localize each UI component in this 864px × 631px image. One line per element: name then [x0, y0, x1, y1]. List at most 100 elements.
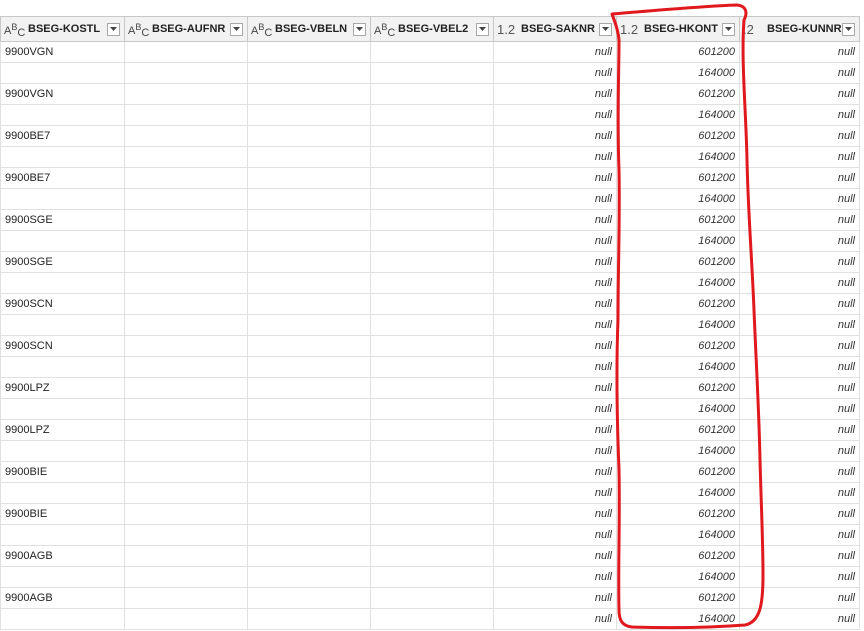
cell-bseg-hkont[interactable]: 601200	[616, 377, 740, 399]
cell-bseg-vbeln[interactable]	[247, 293, 371, 315]
cell-bseg-saknr[interactable]: null	[493, 398, 617, 420]
cell-bseg-kostl[interactable]	[0, 482, 125, 504]
filter-dropdown-icon[interactable]	[722, 22, 735, 36]
cell-bseg-vbel2[interactable]	[370, 251, 494, 273]
filter-dropdown-icon[interactable]	[599, 22, 612, 36]
cell-bseg-aufnr[interactable]	[124, 314, 248, 336]
cell-bseg-vbel2[interactable]	[370, 188, 494, 210]
cell-bseg-vbeln[interactable]	[247, 272, 371, 294]
cell-bseg-hkont[interactable]: 601200	[616, 167, 740, 189]
cell-bseg-hkont[interactable]: 164000	[616, 398, 740, 420]
cell-bseg-vbeln[interactable]	[247, 566, 371, 588]
cell-bseg-vbel2[interactable]	[370, 272, 494, 294]
cell-bseg-aufnr[interactable]	[124, 545, 248, 567]
cell-bseg-kostl[interactable]	[0, 398, 125, 420]
column-header-bseg-kostl[interactable]: A B C BSEG-KOSTL	[0, 16, 125, 42]
cell-bseg-hkont[interactable]: 164000	[616, 104, 740, 126]
cell-bseg-hkont[interactable]: 164000	[616, 566, 740, 588]
cell-bseg-hkont[interactable]: 164000	[616, 314, 740, 336]
cell-bseg-vbeln[interactable]	[247, 335, 371, 357]
cell-bseg-hkont[interactable]: 601200	[616, 293, 740, 315]
cell-bseg-kostl[interactable]: 9900AGB	[0, 587, 125, 609]
cell-bseg-vbel2[interactable]	[370, 104, 494, 126]
cell-bseg-vbeln[interactable]	[247, 587, 371, 609]
cell-bseg-hkont[interactable]: 164000	[616, 146, 740, 168]
cell-bseg-vbel2[interactable]	[370, 608, 494, 630]
cell-bseg-vbel2[interactable]	[370, 335, 494, 357]
cell-bseg-aufnr[interactable]	[124, 83, 248, 105]
cell-bseg-aufnr[interactable]	[124, 62, 248, 84]
cell-bseg-kunnr[interactable]: null	[739, 461, 860, 483]
cell-bseg-saknr[interactable]: null	[493, 41, 617, 63]
cell-bseg-vbeln[interactable]	[247, 503, 371, 525]
cell-bseg-hkont[interactable]: 601200	[616, 335, 740, 357]
cell-bseg-saknr[interactable]: null	[493, 314, 617, 336]
cell-bseg-vbeln[interactable]	[247, 608, 371, 630]
decimal-type-icon[interactable]: 1.2	[620, 20, 640, 38]
cell-bseg-vbeln[interactable]	[247, 419, 371, 441]
cell-bseg-vbeln[interactable]	[247, 125, 371, 147]
cell-bseg-saknr[interactable]: null	[493, 587, 617, 609]
cell-bseg-kostl[interactable]: 9900BIE	[0, 461, 125, 483]
cell-bseg-hkont[interactable]: 164000	[616, 230, 740, 252]
cell-bseg-hkont[interactable]: 601200	[616, 41, 740, 63]
filter-dropdown-icon[interactable]	[353, 22, 366, 36]
cell-bseg-saknr[interactable]: null	[493, 209, 617, 231]
cell-bseg-kunnr[interactable]: null	[739, 314, 860, 336]
cell-bseg-vbel2[interactable]	[370, 566, 494, 588]
cell-bseg-kostl[interactable]: 9900AGB	[0, 545, 125, 567]
cell-bseg-kostl[interactable]: 9900SGE	[0, 209, 125, 231]
cell-bseg-kostl[interactable]	[0, 440, 125, 462]
cell-bseg-aufnr[interactable]	[124, 104, 248, 126]
cell-bseg-kunnr[interactable]: null	[739, 83, 860, 105]
cell-bseg-kunnr[interactable]: null	[739, 293, 860, 315]
cell-bseg-vbel2[interactable]	[370, 125, 494, 147]
cell-bseg-hkont[interactable]: 164000	[616, 608, 740, 630]
cell-bseg-aufnr[interactable]	[124, 167, 248, 189]
cell-bseg-aufnr[interactable]	[124, 272, 248, 294]
cell-bseg-vbel2[interactable]	[370, 62, 494, 84]
cell-bseg-kunnr[interactable]: null	[739, 398, 860, 420]
cell-bseg-hkont[interactable]: 601200	[616, 125, 740, 147]
cell-bseg-hkont[interactable]: 164000	[616, 440, 740, 462]
abc-text-type-icon[interactable]: ABC	[4, 20, 25, 39]
cell-bseg-kostl[interactable]: 9900SCN	[0, 335, 125, 357]
cell-bseg-hkont[interactable]: 601200	[616, 83, 740, 105]
abc-text-type-icon[interactable]: ABC	[374, 20, 395, 39]
cell-bseg-kunnr[interactable]: null	[739, 377, 860, 399]
cell-bseg-vbel2[interactable]	[370, 461, 494, 483]
cell-bseg-saknr[interactable]: null	[493, 503, 617, 525]
cell-bseg-kunnr[interactable]: null	[739, 188, 860, 210]
cell-bseg-kunnr[interactable]: null	[739, 167, 860, 189]
cell-bseg-kostl[interactable]	[0, 62, 125, 84]
cell-bseg-kostl[interactable]	[0, 314, 125, 336]
cell-bseg-saknr[interactable]: null	[493, 188, 617, 210]
cell-bseg-saknr[interactable]: null	[493, 272, 617, 294]
cell-bseg-aufnr[interactable]	[124, 587, 248, 609]
cell-bseg-aufnr[interactable]	[124, 125, 248, 147]
cell-bseg-kunnr[interactable]: null	[739, 272, 860, 294]
cell-bseg-vbeln[interactable]	[247, 545, 371, 567]
cell-bseg-aufnr[interactable]	[124, 356, 248, 378]
cell-bseg-vbel2[interactable]	[370, 314, 494, 336]
cell-bseg-kunnr[interactable]: null	[739, 566, 860, 588]
cell-bseg-aufnr[interactable]	[124, 608, 248, 630]
cell-bseg-vbeln[interactable]	[247, 398, 371, 420]
cell-bseg-aufnr[interactable]	[124, 566, 248, 588]
cell-bseg-saknr[interactable]: null	[493, 566, 617, 588]
cell-bseg-kunnr[interactable]: null	[739, 209, 860, 231]
cell-bseg-kostl[interactable]: 9900VGN	[0, 41, 125, 63]
cell-bseg-vbel2[interactable]	[370, 167, 494, 189]
cell-bseg-vbel2[interactable]	[370, 482, 494, 504]
cell-bseg-kostl[interactable]: 9900SGE	[0, 251, 125, 273]
cell-bseg-hkont[interactable]: 601200	[616, 587, 740, 609]
cell-bseg-saknr[interactable]: null	[493, 524, 617, 546]
cell-bseg-saknr[interactable]: null	[493, 230, 617, 252]
cell-bseg-kunnr[interactable]: null	[739, 146, 860, 168]
cell-bseg-kunnr[interactable]: null	[739, 125, 860, 147]
cell-bseg-kostl[interactable]	[0, 146, 125, 168]
column-header-bseg-aufnr[interactable]: A B C BSEG-AUFNR	[124, 16, 248, 42]
cell-bseg-kunnr[interactable]: null	[739, 419, 860, 441]
cell-bseg-kostl[interactable]: 9900VGN	[0, 83, 125, 105]
cell-bseg-vbel2[interactable]	[370, 293, 494, 315]
